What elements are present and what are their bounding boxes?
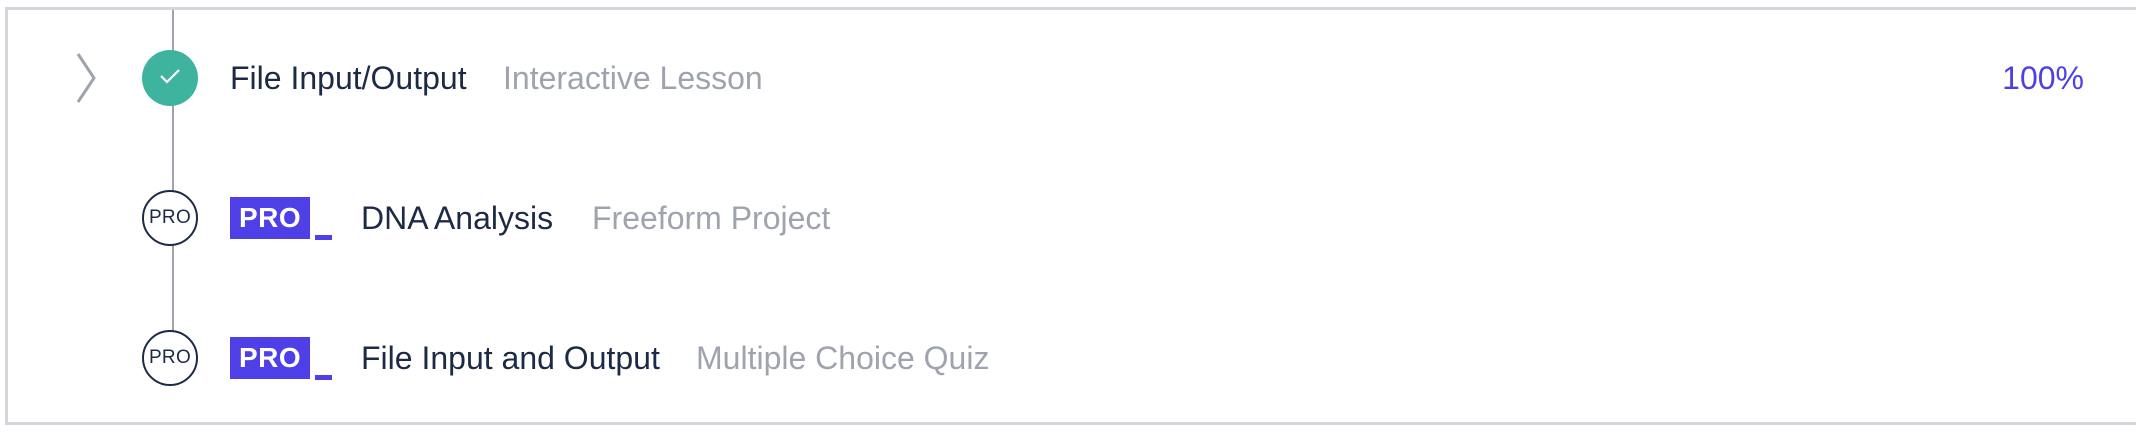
lesson-title[interactable]: File Input and Output bbox=[361, 336, 660, 380]
pro-badge: PRO bbox=[230, 337, 333, 380]
lesson-title[interactable]: File Input/Output bbox=[230, 56, 467, 100]
pro-badge-label: PRO bbox=[230, 197, 311, 239]
pro-badge-underscore bbox=[315, 375, 333, 380]
lesson-title[interactable]: DNA Analysis bbox=[361, 196, 553, 240]
lesson-type: Freeform Project bbox=[592, 200, 831, 236]
pro-badge-label: PRO bbox=[230, 337, 311, 379]
lesson-type: Multiple Choice Quiz bbox=[696, 340, 990, 376]
lesson-status-complete bbox=[142, 50, 198, 106]
lesson-type: Interactive Lesson bbox=[503, 60, 763, 96]
pro-badge: PRO bbox=[230, 197, 333, 240]
pro-badge-underscore bbox=[315, 235, 333, 240]
chevron-right-icon[interactable] bbox=[68, 50, 102, 106]
pro-lock-node: PRO bbox=[142, 190, 198, 246]
lesson-row-dna-analysis[interactable]: PRO PRO DNA Analysis Freeform Project bbox=[0, 168, 2138, 268]
lesson-row-file-input-output[interactable]: File Input/Output Interactive Lesson 100… bbox=[0, 28, 2138, 128]
pro-lock-node: PRO bbox=[142, 330, 198, 386]
lesson-row-file-input-and-output[interactable]: PRO PRO File Input and Output Multiple C… bbox=[0, 308, 2138, 408]
check-icon bbox=[158, 66, 182, 91]
lesson-progress: 100% bbox=[2002, 60, 2084, 96]
